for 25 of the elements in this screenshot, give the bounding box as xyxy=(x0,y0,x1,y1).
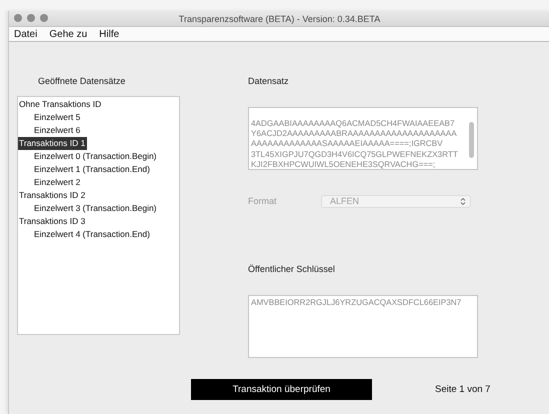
menu-item[interactable]: Datei xyxy=(14,28,38,40)
section-heading: Öffentlicher Schlüssel xyxy=(248,264,336,276)
menu-item[interactable]: Gehe zu xyxy=(49,28,88,40)
tree-item[interactable]: Einzelwert 2 xyxy=(33,176,82,189)
tree-item[interactable]: Einzelwert 3 (Transaction.Begin) xyxy=(33,202,159,215)
page-indicator: Seite 1 von 7 xyxy=(435,384,490,395)
scrollbar-thumb[interactable] xyxy=(469,122,474,158)
updown-icon xyxy=(460,196,466,206)
tree-item[interactable]: Einzelwert 1 (Transaction.End) xyxy=(33,163,152,176)
window-controls-icon[interactable] xyxy=(14,14,48,22)
menu-item[interactable]: Hilfe xyxy=(99,28,120,40)
tree-item[interactable]: Ohne Transaktions ID xyxy=(18,98,104,111)
tree-item[interactable]: Transaktions ID 3 xyxy=(18,215,88,228)
tree-item[interactable]: Einzelwert 0 (Transaction.Begin) xyxy=(33,150,159,163)
tree-item[interactable]: Transaktions ID 1 xyxy=(18,137,88,150)
window-title: Transparenzsoftware (BETA) - Version: 0.34.BETA xyxy=(178,14,380,24)
tree-item[interactable]: Transaktions ID 2 xyxy=(18,189,88,202)
verify-button[interactable]: Transaktion überprüfen xyxy=(191,379,372,400)
format-label: Format xyxy=(248,196,278,206)
tree-item[interactable]: Einzelwert 4 (Transaction.End) xyxy=(33,228,152,241)
section-heading: Geöffnete Datensätze xyxy=(37,76,126,88)
tree-item[interactable]: Einzelwert 6 xyxy=(33,124,82,137)
section-heading: Datensatz xyxy=(248,76,290,88)
record-field[interactable]: 4ADGAABIAAAAAAAAQ6ACMAD5CH4FWAIAAEEAB7 Y6ACJD2AAAAAAAAABRAAAAAAAAAAAAAAAAAAAA AAAAAAAAAAAAASAAAAAEIAAAAA====;IGRCBV 3TL45XIGPJU7QGD3H4V6ICQ75GLPWEFNEKZX3RTT KJI2FBXHPCWUIWL5OENEHE3SQRVACHG===; xyxy=(248,107,478,170)
tree-item[interactable]: Einzelwert 5 xyxy=(33,111,82,124)
